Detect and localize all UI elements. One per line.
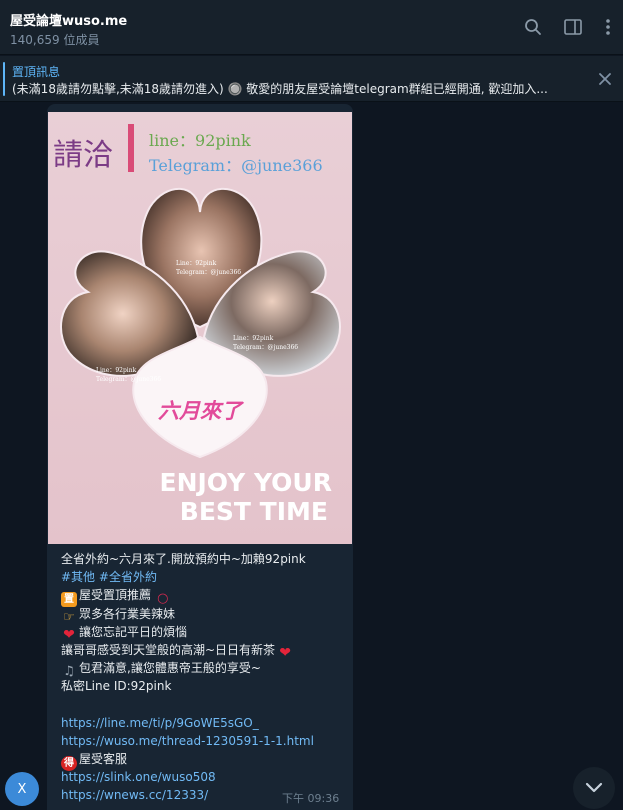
poster-tagline: 六月來了 [158, 398, 242, 423]
chat-header: 屋受論壇wuso.me 140,659 位成員 [0, 0, 623, 55]
message-line: 私密Line ID:92pink [61, 679, 172, 694]
message-line: 讓哥哥感受到天堂般的高潮~日日有新茶 ❤ [61, 641, 345, 661]
message-image[interactable]: 請洽 line：92pink Telegram：@june366 Line：92… [48, 112, 352, 544]
pinned-message-bar[interactable]: 置頂訊息 (未滿18歲請勿點擊,未滿18歲請勿進入) 🔘 敬愛的朋友屋受論壇te… [0, 56, 623, 102]
poster-slogan-line2: BEST TIME [179, 497, 328, 526]
poster-line-contact: line：92pink [149, 131, 251, 150]
message-link[interactable]: https://line.me/ti/p/9GoWE5sGO_ [61, 714, 345, 732]
poster-logo-text: 請洽 [53, 138, 113, 173]
close-icon[interactable] [595, 69, 615, 89]
more-vertical-icon[interactable] [595, 14, 621, 40]
message-link[interactable]: https://wuso.me/thread-1230591-1-1.html [61, 732, 345, 750]
watermark-1: Line：92pink Telegram：@june366 [176, 260, 242, 276]
chat-title[interactable]: 屋受論壇wuso.me [10, 10, 127, 29]
message-line: ♫ 包君滿意,讓您體惠帝王般的享受~ [61, 659, 345, 679]
pinned-indicator [3, 62, 5, 96]
poster-slogan-line1: ENJOY YOUR [159, 468, 333, 497]
pinned-text[interactable]: (未滿18歲請勿點擊,未滿18歲請勿進入) 🔘 敬愛的朋友屋受論壇telegra… [12, 80, 577, 97]
heart-icon: ❤ [279, 644, 291, 661]
pinned-label: 置頂訊息 [12, 65, 61, 79]
message-line: ☞ 眾多各行業美辣妹 [61, 605, 345, 625]
poster-telegram-contact: Telegram：@june366 [149, 156, 323, 175]
message-link[interactable]: https://slink.one/wuso508 [61, 768, 345, 786]
member-count: 140,659 位成員 [10, 33, 100, 47]
scroll-down-button[interactable] [573, 767, 615, 809]
message-time: 下午 09:36 [282, 792, 340, 805]
message-line: ❤ 讓您忘記平日的煩惱 [61, 623, 345, 643]
hashtags: #其他 #全省外約 [61, 568, 345, 586]
watermark-2: Line：92pink Telegram：@june366 [96, 367, 162, 383]
avatar[interactable]: X [5, 772, 39, 806]
message-line: 全省外約~六月來了.開放預約中~加賴92pink [61, 552, 306, 566]
chevron-down-icon [585, 779, 603, 798]
sidebar-toggle-icon[interactable] [560, 14, 586, 40]
watermark-3: Line：92pink Telegram：@june366 [233, 335, 299, 351]
search-icon[interactable] [520, 14, 546, 40]
hashtag-link[interactable]: #其他 [61, 570, 95, 584]
hashtag-link[interactable]: #全省外約 [99, 570, 157, 584]
message-text: 全省外約~六月來了.開放預約中~加賴92pink #其他 #全省外約 置屋受置頂… [61, 550, 345, 805]
message-line: 得屋受客服 [61, 750, 345, 772]
message-line: 置屋受置頂推薦 ○ [61, 586, 345, 608]
